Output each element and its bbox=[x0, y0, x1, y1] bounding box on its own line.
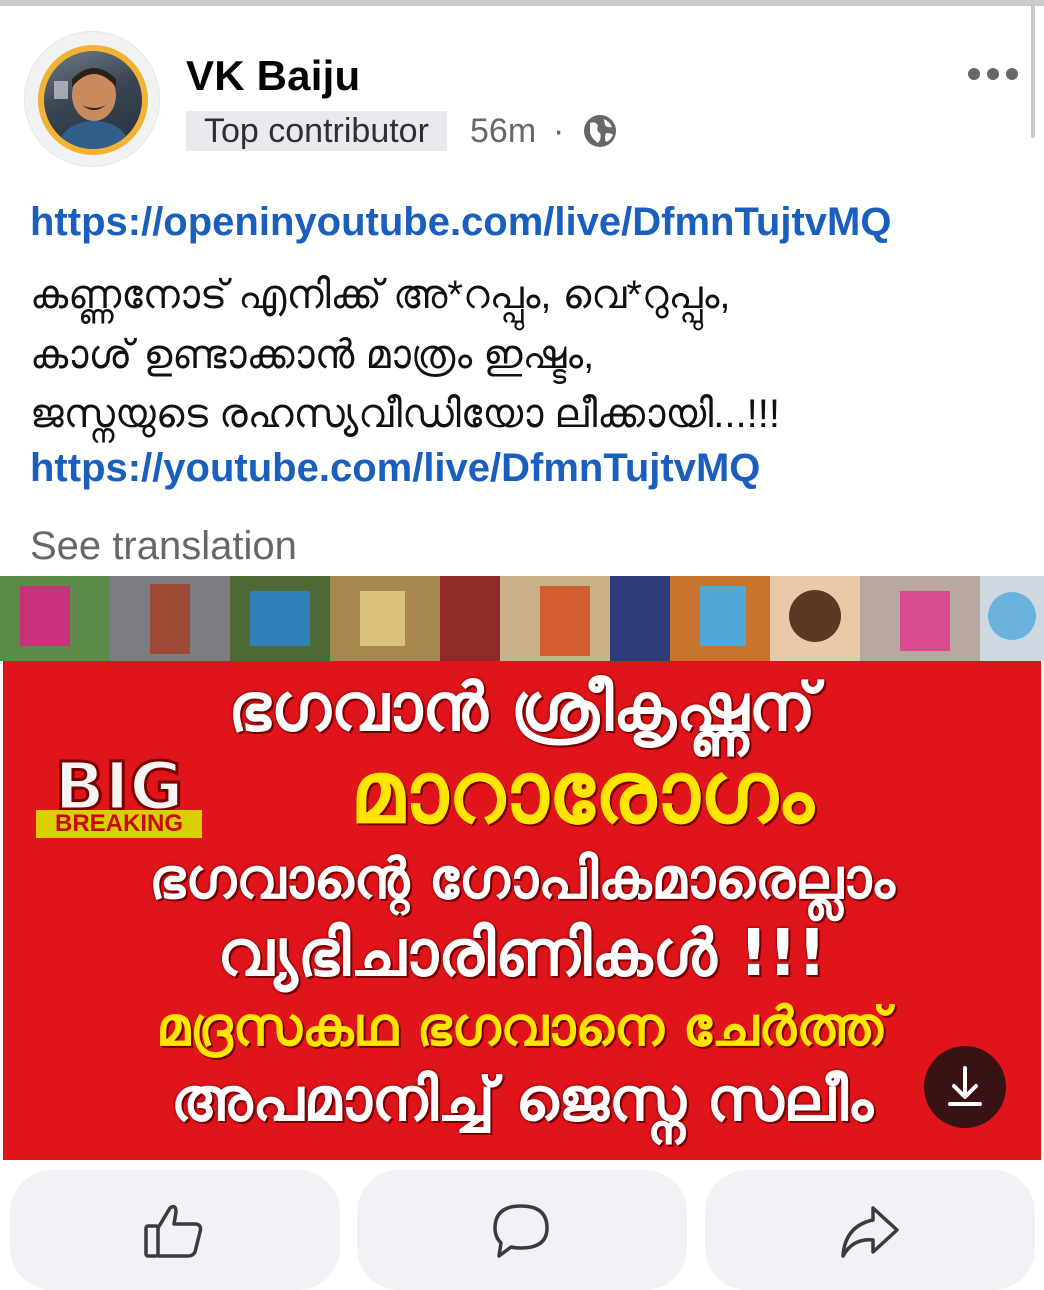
banner-line-4: വ്യഭിചാരിണികൾ !!! bbox=[217, 917, 827, 991]
avatar[interactable] bbox=[24, 31, 160, 167]
post-timestamp[interactable]: 56m bbox=[470, 111, 536, 151]
see-translation-link[interactable]: See translation bbox=[30, 524, 297, 569]
post-text-line-2: കാശ് ഉണ്ടാക്കാൻ മാത്രം ഇഷ്ടം, bbox=[30, 333, 595, 377]
avatar-photo bbox=[44, 51, 142, 149]
globe-icon bbox=[584, 115, 616, 147]
download-button[interactable] bbox=[924, 1046, 1006, 1128]
banner-line-6: അപമാനിച്ച് ജെസ്ന സലീം bbox=[170, 1065, 874, 1135]
banner-line-1: ഭഗവാൻ ശ്രീകൃഷ്ണന് bbox=[228, 669, 816, 746]
banner-bottom-stripe bbox=[3, 1151, 1041, 1160]
post-image[interactable]: ഭഗവാൻ ശ്രീകൃഷ്ണന് മാറാരോഗം ഭഗവാന്റെ ഗോപി… bbox=[0, 576, 1044, 1160]
post-text-line-1: കണ്ണനോട് എനിക്ക് അ*റപ്പും, വെ*റുപ്പും, bbox=[30, 273, 731, 317]
photo-collage-strip bbox=[0, 576, 1044, 661]
like-icon bbox=[144, 1204, 203, 1258]
top-divider bbox=[0, 0, 1044, 6]
post-link-1[interactable]: https://openinyoutube.com/live/DfmnTujtv… bbox=[30, 200, 891, 245]
more-options-icon[interactable] bbox=[966, 62, 1020, 86]
comment-icon bbox=[493, 1204, 549, 1258]
author-name[interactable]: VK Baiju bbox=[186, 52, 360, 100]
banner-line-3: ഭഗവാന്റെ ഗോപികമാരെല്ലാം bbox=[149, 847, 895, 912]
top-contributor-badge: Top contributor bbox=[186, 111, 447, 151]
big-logo-text: BIG bbox=[54, 751, 183, 819]
download-icon bbox=[948, 1066, 982, 1106]
separator-dot: · bbox=[553, 112, 565, 150]
comment-button[interactable] bbox=[357, 1170, 687, 1290]
breaking-label: BREAKING bbox=[36, 810, 202, 838]
avatar-portrait bbox=[54, 68, 132, 149]
big-logo: BIG bbox=[53, 751, 185, 819]
banner-line-5: മദ്രസകഥ ഭഗവാനെ ചേർത്ത് bbox=[156, 995, 888, 1058]
like-button[interactable] bbox=[10, 1170, 340, 1290]
share-icon bbox=[841, 1206, 899, 1258]
share-button[interactable] bbox=[705, 1170, 1035, 1290]
post-text-line-3: ജസ്നയുടെ രഹസ്യവീഡിയോ ലീക്കായി...!!! bbox=[30, 392, 780, 436]
post-link-2[interactable]: https://youtube.com/live/DfmnTujtvMQ bbox=[30, 446, 760, 491]
scrollbar[interactable] bbox=[1031, 0, 1035, 138]
headline-banner: ഭഗവാൻ ശ്രീകൃഷ്ണന് മാറാരോഗം ഭഗവാന്റെ ഗോപി… bbox=[3, 661, 1041, 1151]
